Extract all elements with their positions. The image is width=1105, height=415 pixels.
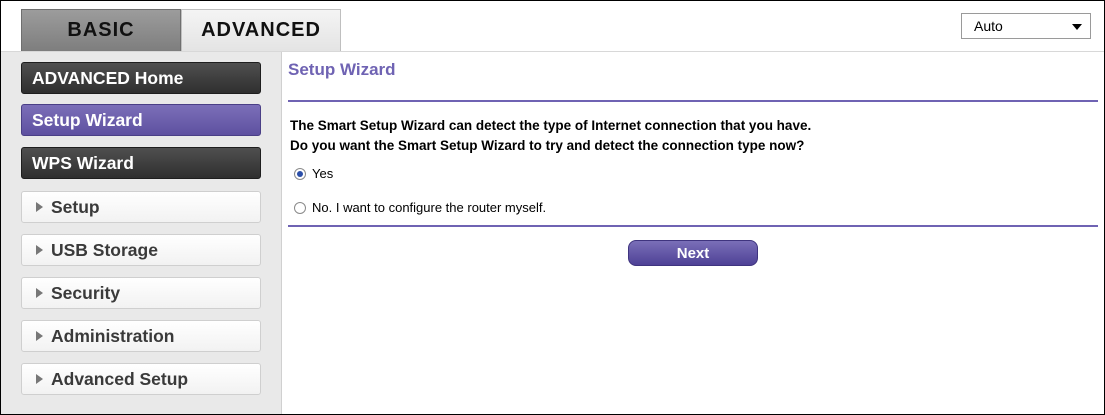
next-button[interactable]: Next — [628, 240, 758, 266]
sidebar: ADVANCED Home Setup Wizard WPS Wizard Se… — [1, 52, 282, 414]
triangle-right-icon — [36, 374, 43, 384]
language-select[interactable]: Auto — [961, 13, 1091, 39]
option-yes[interactable]: Yes — [294, 166, 333, 181]
description-line-1: The Smart Setup Wizard can detect the ty… — [290, 118, 812, 133]
sidebar-item-security[interactable]: Security — [21, 277, 261, 309]
sidebar-item-label: ADVANCED Home — [32, 67, 184, 88]
divider — [288, 100, 1098, 102]
sidebar-item-wps-wizard[interactable]: WPS Wizard — [21, 147, 261, 179]
triangle-right-icon — [36, 288, 43, 298]
triangle-right-icon — [36, 245, 43, 255]
sidebar-item-advanced-setup[interactable]: Advanced Setup — [21, 363, 261, 395]
option-no[interactable]: No. I want to configure the router mysel… — [294, 200, 546, 215]
tab-basic[interactable]: BASIC — [21, 9, 181, 51]
radio-no[interactable] — [294, 201, 306, 214]
radio-yes[interactable] — [294, 167, 306, 180]
divider — [288, 225, 1098, 227]
option-no-label: No. I want to configure the router mysel… — [312, 200, 547, 215]
sidebar-item-label: Administration — [51, 325, 175, 346]
sidebar-item-setup-wizard[interactable]: Setup Wizard — [21, 104, 261, 136]
sidebar-item-label: Setup — [51, 196, 100, 217]
sidebar-item-label: Advanced Setup — [51, 368, 189, 389]
main-content: Setup Wizard The Smart Setup Wizard can … — [282, 52, 1104, 414]
description-line-2: Do you want the Smart Setup Wizard to tr… — [290, 138, 805, 153]
router-admin-window: BASIC ADVANCED Auto ADVANCED Home Setup … — [0, 0, 1105, 415]
triangle-right-icon — [36, 331, 43, 341]
sidebar-item-label: Setup Wizard — [32, 109, 143, 130]
top-bar: BASIC ADVANCED Auto — [1, 1, 1104, 52]
option-yes-label: Yes — [312, 166, 334, 181]
sidebar-item-label: Security — [51, 282, 121, 303]
sidebar-item-advanced-home[interactable]: ADVANCED Home — [21, 62, 261, 94]
tab-advanced[interactable]: ADVANCED — [181, 9, 341, 51]
sidebar-item-administration[interactable]: Administration — [21, 320, 261, 352]
triangle-right-icon — [36, 202, 43, 212]
chevron-down-icon — [1072, 24, 1082, 30]
sidebar-item-label: WPS Wizard — [32, 152, 134, 173]
sidebar-item-label: USB Storage — [51, 239, 158, 260]
page-title: Setup Wizard — [288, 60, 396, 79]
sidebar-item-setup[interactable]: Setup — [21, 191, 261, 223]
sidebar-item-usb-storage[interactable]: USB Storage — [21, 234, 261, 266]
language-select-value: Auto — [974, 18, 1003, 34]
